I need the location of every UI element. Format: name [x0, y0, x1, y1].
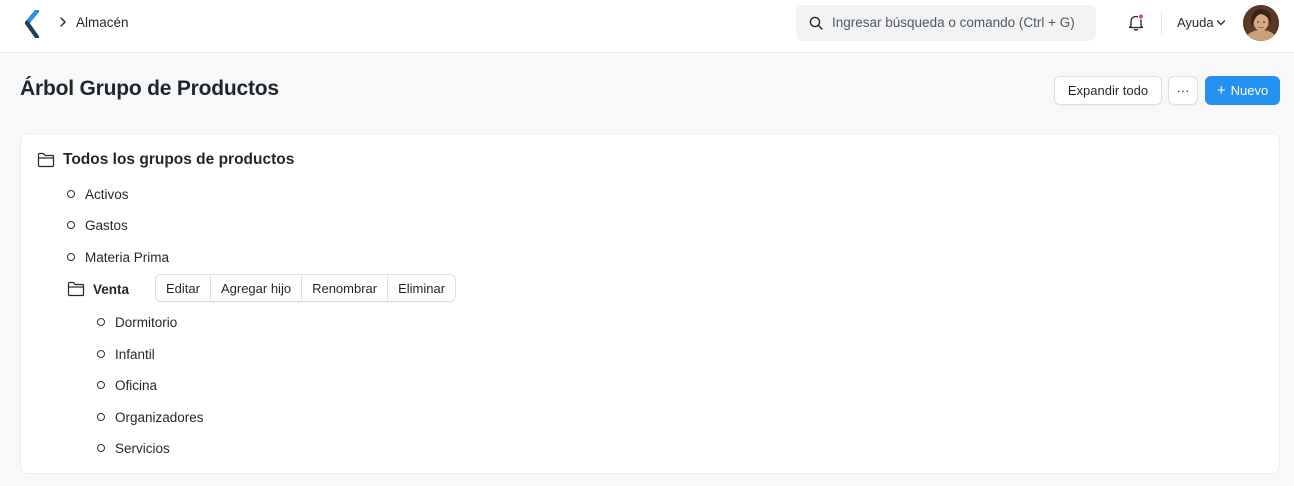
new-button[interactable]: + Nuevo: [1205, 76, 1280, 105]
node-dot-icon: [97, 350, 105, 358]
tree-node-materia-prima[interactable]: Materia Prima: [67, 248, 169, 266]
tree-root-label[interactable]: Todos los grupos de productos: [63, 151, 294, 169]
tree-node-label: Infantil: [115, 346, 155, 362]
node-dot-icon: [67, 253, 75, 261]
folder-open-icon[interactable]: [37, 152, 55, 168]
more-actions-button[interactable]: ···: [1168, 76, 1198, 105]
page-title: Árbol Grupo de Productos: [20, 77, 279, 100]
plus-icon: +: [1216, 81, 1226, 99]
add-child-button[interactable]: Agregar hijo: [211, 275, 303, 301]
node-actions: Editar Agregar hijo Renombrar Eliminar: [155, 274, 457, 302]
tree-node-label: Gastos: [85, 217, 128, 233]
tree-node-venta[interactable]: Venta: [93, 282, 129, 297]
bell-icon[interactable]: [1127, 13, 1145, 32]
tree-node-infantil[interactable]: Infantil: [97, 345, 155, 363]
search-input[interactable]: Ingresar búsqueda o comando (Ctrl + G): [796, 5, 1096, 41]
tree-node-label: Oficina: [115, 377, 158, 393]
tree-node-label: Activos: [85, 186, 129, 202]
tree-node-gastos[interactable]: Gastos: [67, 216, 128, 234]
node-dot-icon: [97, 381, 105, 389]
tree-node-organizadores[interactable]: Organizadores: [97, 408, 204, 426]
node-dot-icon: [67, 190, 75, 198]
tree-node-activos[interactable]: Activos: [67, 185, 129, 203]
folder-open-icon[interactable]: [67, 281, 85, 297]
delete-button[interactable]: Eliminar: [388, 275, 455, 301]
rename-button[interactable]: Renombrar: [302, 275, 389, 301]
search-placeholder: Ingresar búsqueda o comando (Ctrl + G): [832, 15, 1075, 30]
search-icon: [809, 16, 823, 30]
avatar[interactable]: [1243, 5, 1279, 41]
app-logo-icon[interactable]: [24, 10, 42, 38]
node-dot-icon: [67, 221, 75, 229]
node-dot-icon: [97, 413, 105, 421]
navbar-divider: [1161, 11, 1162, 35]
breadcrumb-almacen[interactable]: Almacén: [76, 15, 129, 30]
tree-card: Todos los grupos de productos Activos Ga…: [20, 133, 1280, 474]
tree-node-dormitorio[interactable]: Dormitorio: [97, 313, 177, 331]
tree-node-oficina[interactable]: Oficina: [97, 376, 157, 394]
tree-node-label: Dormitorio: [115, 314, 178, 330]
node-dot-icon: [97, 444, 105, 452]
help-menu[interactable]: Ayuda: [1177, 15, 1214, 33]
expand-all-button[interactable]: Expandir todo: [1054, 76, 1162, 105]
tree-node-label: Servicios: [115, 440, 170, 456]
new-button-label: Nuevo: [1230, 83, 1269, 98]
edit-button[interactable]: Editar: [156, 275, 211, 301]
navbar: Almacén Ingresar búsqueda o comando (Ctr…: [0, 0, 1294, 53]
breadcrumb-chevron-icon: [60, 17, 66, 27]
tree-node-label: Organizadores: [115, 409, 204, 425]
node-dot-icon: [97, 318, 105, 326]
tree-node-label: Materia Prima: [85, 249, 170, 265]
chevron-down-icon[interactable]: [1216, 19, 1226, 27]
tree-node-servicios[interactable]: Servicios: [97, 439, 170, 457]
